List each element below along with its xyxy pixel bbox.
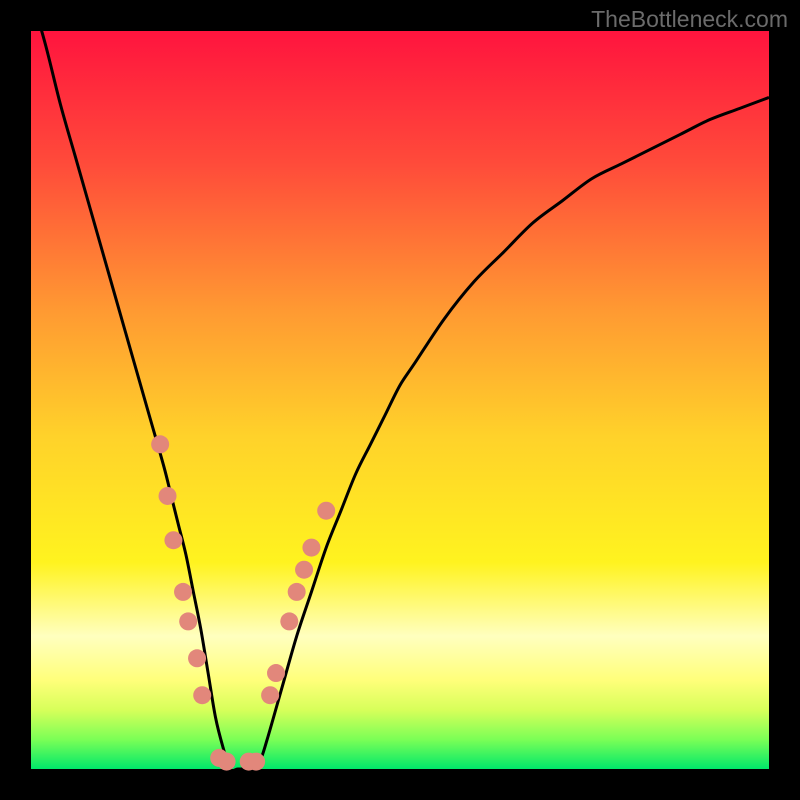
highlight-dot — [193, 686, 211, 704]
highlight-dot — [261, 686, 279, 704]
highlight-dot — [247, 753, 265, 771]
highlight-dot — [188, 649, 206, 667]
highlight-dot — [174, 583, 192, 601]
highlight-dot — [151, 435, 169, 453]
highlight-dot — [302, 539, 320, 557]
watermark-text: TheBottleneck.com — [591, 6, 788, 33]
highlight-dot — [267, 664, 285, 682]
plot-background — [31, 31, 769, 769]
highlight-dot — [317, 502, 335, 520]
highlight-dot — [218, 753, 236, 771]
chart-container: TheBottleneck.com — [0, 0, 800, 800]
highlight-dot — [164, 531, 182, 549]
highlight-dot — [280, 612, 298, 630]
highlight-dot — [295, 561, 313, 579]
highlight-dot — [288, 583, 306, 601]
bottleneck-chart — [0, 0, 800, 800]
highlight-dot — [159, 487, 177, 505]
highlight-dot — [179, 612, 197, 630]
